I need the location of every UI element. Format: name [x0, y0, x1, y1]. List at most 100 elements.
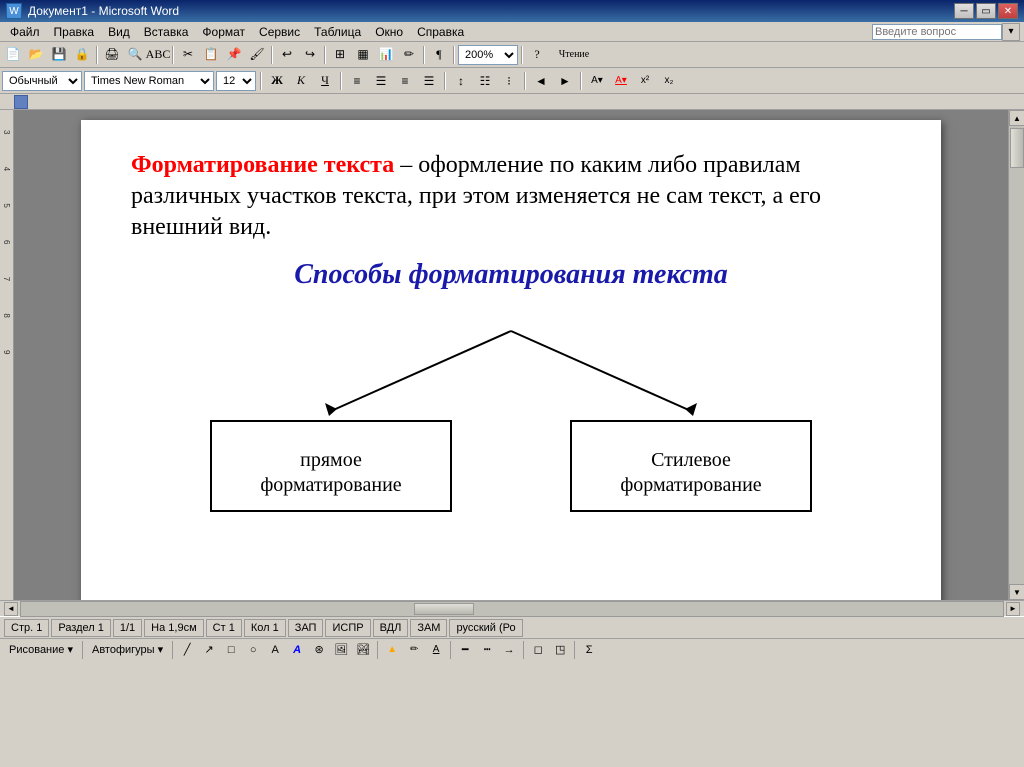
menu-service[interactable]: Сервис: [253, 23, 306, 41]
wordart-tool[interactable]: A: [287, 640, 307, 660]
reading-mode-button[interactable]: Чтение: [549, 44, 599, 66]
line-spacing-button[interactable]: ↕: [450, 71, 472, 91]
insert-chart-button[interactable]: 📊: [375, 44, 397, 66]
draw-menu-button[interactable]: Рисование ▾: [4, 640, 78, 660]
cut-button[interactable]: ✂: [177, 44, 199, 66]
menu-help[interactable]: Справка: [411, 23, 470, 41]
menu-table[interactable]: Таблица: [308, 23, 367, 41]
arrow-style-tool[interactable]: →: [499, 640, 519, 660]
heading-text: Способы форматирования текста: [131, 259, 891, 291]
scroll-left-button[interactable]: ◄: [4, 602, 18, 616]
status-line: Ст 1: [206, 619, 242, 637]
zoom-select[interactable]: 200%100%: [458, 45, 518, 65]
line-color-tool[interactable]: ✏: [404, 640, 424, 660]
help-button[interactable]: ?: [526, 44, 548, 66]
copy-button[interactable]: 📋: [200, 44, 222, 66]
scroll-track[interactable]: [1009, 126, 1024, 584]
draw-sep6: [574, 641, 575, 659]
new-button[interactable]: 📄: [2, 44, 24, 66]
print-preview-button[interactable]: 🔍: [124, 44, 146, 66]
h-scroll-thumb[interactable]: [414, 603, 474, 615]
standard-toolbar: 📄 📂 💾 🔒 🖨 🔍 ABC ✂ 📋 📌 🖌 ↩ ↪ ⊞ ▦ 📊 ✏ ¶ 20…: [0, 42, 1024, 68]
main-area: 3 4 5 6 7 8 9 Форматирование текста – оф…: [0, 110, 1024, 600]
open-button[interactable]: 📂: [25, 44, 47, 66]
underline-button[interactable]: Ч: [314, 71, 336, 91]
svg-text:Стилевое: Стилевое: [651, 449, 731, 471]
numbering-button[interactable]: ☷: [474, 71, 496, 91]
size-select[interactable]: 12: [216, 71, 256, 91]
bullets-button[interactable]: ⁝: [498, 71, 520, 91]
insert-table-button[interactable]: ⊞: [329, 44, 351, 66]
line-tool[interactable]: ╱: [177, 640, 197, 660]
decrease-indent-button[interactable]: ◄: [530, 71, 552, 91]
bold-button[interactable]: Ж: [266, 71, 288, 91]
menu-format[interactable]: Формат: [196, 23, 251, 41]
fill-color-tool[interactable]: ▲: [382, 640, 402, 660]
font-color-button[interactable]: A▾: [610, 71, 632, 91]
print-button[interactable]: 🖨: [101, 44, 123, 66]
format-painter-button[interactable]: 🖌: [246, 44, 268, 66]
superscript-button[interactable]: x²: [634, 71, 656, 91]
rect-tool[interactable]: □: [221, 640, 241, 660]
menu-view[interactable]: Вид: [102, 23, 136, 41]
font-color-tool[interactable]: A: [426, 640, 446, 660]
close-button[interactable]: ✕: [998, 3, 1018, 19]
line-style-tool[interactable]: ━: [455, 640, 475, 660]
scroll-bottom-bar: ◄ ►: [0, 600, 1024, 616]
diagram-tool[interactable]: ⊛: [309, 640, 329, 660]
show-hide-button[interactable]: ¶: [428, 44, 450, 66]
status-vdl: ВДЛ: [373, 619, 409, 637]
drawing-button[interactable]: ✏: [398, 44, 420, 66]
italic-button[interactable]: К: [290, 71, 312, 91]
textbox-tool[interactable]: A: [265, 640, 285, 660]
paste-button[interactable]: 📌: [223, 44, 245, 66]
sep6: [451, 44, 457, 66]
minimize-button[interactable]: ─: [954, 3, 974, 19]
image-tool[interactable]: 🏞: [353, 640, 373, 660]
restore-button[interactable]: ▭: [976, 3, 996, 19]
scroll-up-button[interactable]: ▲: [1009, 110, 1024, 126]
increase-indent-button[interactable]: ►: [554, 71, 576, 91]
redo-button[interactable]: ↪: [299, 44, 321, 66]
document-page[interactable]: Форматирование текста – оформление по ка…: [81, 120, 941, 600]
status-lang: русский (Ро: [449, 619, 522, 637]
font-select[interactable]: Times New Roman: [84, 71, 214, 91]
clipart-tool[interactable]: 🖼: [331, 640, 351, 660]
scroll-down-button[interactable]: ▼: [1009, 584, 1024, 600]
scroll-right-button[interactable]: ►: [1006, 602, 1020, 616]
arrow-tool[interactable]: ↗: [199, 640, 219, 660]
help-input[interactable]: [872, 24, 1002, 40]
scroll-thumb[interactable]: [1010, 128, 1024, 168]
autoshapes-button[interactable]: Автофигуры ▾: [87, 640, 168, 660]
shadow-tool[interactable]: ◻: [528, 640, 548, 660]
insert-columns-button[interactable]: ▦: [352, 44, 374, 66]
subscript-button[interactable]: x₂: [658, 71, 680, 91]
align-right-button[interactable]: ≡: [394, 71, 416, 91]
oval-tool[interactable]: ○: [243, 640, 263, 660]
window-controls[interactable]: ─ ▭ ✕: [954, 3, 1018, 19]
menu-file[interactable]: Файл: [4, 23, 46, 41]
spell-check-button[interactable]: ABC: [147, 44, 169, 66]
horizontal-scrollbar[interactable]: [20, 601, 1004, 617]
help-search-button[interactable]: ▾: [1002, 23, 1020, 41]
sep3: [269, 44, 275, 66]
menu-edit[interactable]: Правка: [48, 23, 101, 41]
sigma-tool[interactable]: Σ: [579, 640, 599, 660]
dash-style-tool[interactable]: ┅: [477, 640, 497, 660]
justify-button[interactable]: ☰: [418, 71, 440, 91]
menu-insert[interactable]: Вставка: [138, 23, 195, 41]
vertical-scrollbar[interactable]: ▲ ▼: [1008, 110, 1024, 600]
svg-text:форматирование: форматирование: [260, 474, 401, 496]
highlight-button[interactable]: A▾: [586, 71, 608, 91]
align-left-button[interactable]: ≡: [346, 71, 368, 91]
svg-text:форматирование: форматирование: [620, 474, 761, 496]
save-button[interactable]: 💾: [48, 44, 70, 66]
3d-tool[interactable]: ◳: [550, 640, 570, 660]
menu-window[interactable]: Окно: [369, 23, 409, 41]
style-select[interactable]: Обычный: [2, 71, 82, 91]
diagram-container: прямое форматирование Стилевое форматиро…: [131, 321, 891, 521]
undo-button[interactable]: ↩: [276, 44, 298, 66]
permission-button[interactable]: 🔒: [71, 44, 93, 66]
align-center-button[interactable]: ☰: [370, 71, 392, 91]
tab-stop-icon[interactable]: [14, 95, 28, 109]
